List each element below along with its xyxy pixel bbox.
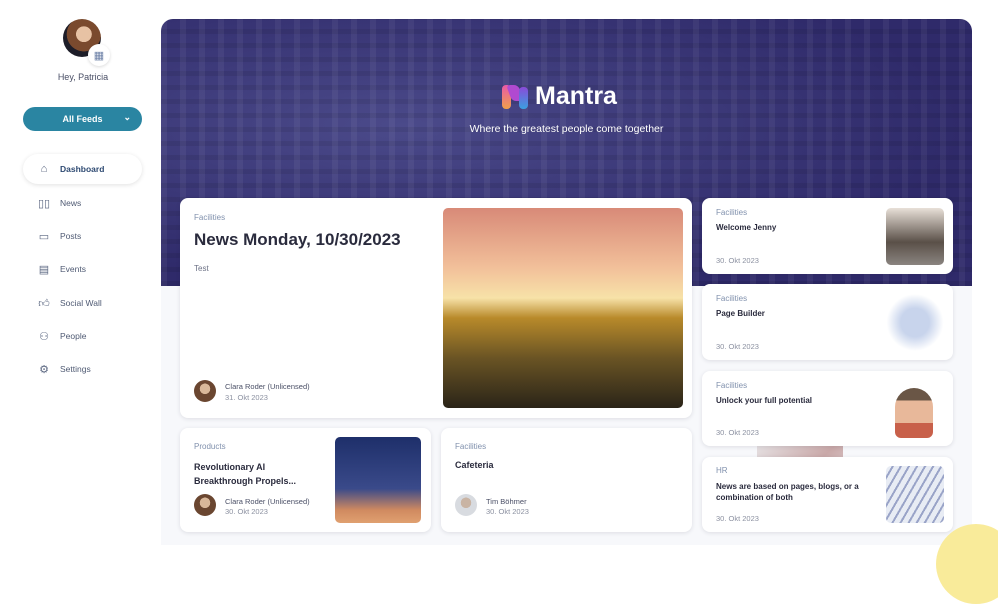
chat-icon: ▭: [38, 230, 50, 243]
tagline: Where the greatest people come together: [469, 123, 664, 135]
news-card[interactable]: Products Revolutionary AI Breakthrough P…: [180, 428, 431, 532]
author-avatar: [194, 494, 216, 516]
people-icon: ⚇: [39, 330, 49, 343]
nav-label: Social Wall: [60, 298, 102, 308]
greeting: Hey, Patricia: [57, 72, 109, 82]
card-date: 30. Okt 2023: [225, 507, 268, 516]
nav-label: People: [60, 331, 87, 341]
nav-label: Posts: [60, 231, 82, 241]
card-excerpt: Test: [194, 264, 209, 273]
card-category: Facilities: [716, 381, 748, 390]
documents-image: [886, 466, 944, 523]
brand-logo: Mantra: [501, 82, 617, 111]
home-icon: ⌂: [40, 163, 48, 175]
card-category: Facilities: [455, 442, 487, 451]
card-title[interactable]: News Monday, 10/30/2023: [194, 230, 401, 250]
card-title[interactable]: Unlock your full potential: [716, 396, 812, 405]
sidebar-item-people[interactable]: ⚇ People: [23, 321, 142, 351]
card-title[interactable]: News are based on pages, blogs, or a com…: [716, 481, 881, 503]
nav-label: Settings: [60, 364, 91, 374]
sidebar-item-news[interactable]: ▯▯ News: [23, 188, 142, 218]
author-avatar: [455, 494, 477, 516]
card-title[interactable]: Page Builder: [716, 309, 765, 318]
ai-brain-image: [335, 437, 421, 523]
sidebar-item-events[interactable]: ▤ Events: [23, 254, 142, 284]
chevron-down-icon: ⌄: [123, 112, 131, 122]
card-date: 30. Okt 2023: [486, 507, 529, 516]
all-feeds-dropdown[interactable]: All Feeds ⌄: [23, 107, 142, 131]
sidebar: ▦ Hey, Patricia All Feeds ⌄ ⌂ Dashboard ▯▯…: [0, 0, 160, 545]
sidebar-item-social-wall[interactable]: 👍︎ Social Wall: [23, 288, 142, 318]
nav-label: Dashboard: [60, 164, 105, 174]
side-news-card[interactable]: HR News are based on pages, blogs, or a …: [702, 457, 953, 532]
card-category: Products: [194, 442, 226, 451]
avatar-illustration: [895, 388, 933, 438]
book-icon: ▯▯: [37, 197, 51, 210]
side-news-card[interactable]: Facilities Unlock your full potential 30…: [702, 371, 953, 446]
card-date: 30. Okt 2023: [716, 342, 759, 351]
gear-icon: ⚙: [39, 363, 49, 376]
sunflower-image: [443, 208, 683, 408]
sidebar-item-posts[interactable]: ▭ Posts: [23, 221, 142, 251]
author-name: Tim Böhmer: [486, 497, 527, 506]
feeds-label: All Feeds: [62, 114, 103, 124]
card-category: Facilities: [716, 294, 748, 303]
news-card[interactable]: Facilities Cafeteria Tim Böhmer 30. Okt …: [441, 428, 843, 532]
card-date: 31. Okt 2023: [225, 393, 268, 402]
card-title[interactable]: Revolutionary AI Breakthrough Propels...: [194, 460, 324, 488]
main-content: Mantra Where the greatest people come to…: [161, 19, 972, 545]
nav-label: News: [60, 198, 82, 208]
card-category: Facilities: [716, 208, 748, 217]
page-builder-image: [886, 294, 944, 351]
mantra-logo-icon: [501, 83, 529, 111]
card-date: 30. Okt 2023: [716, 428, 759, 437]
author-name: Clara Roder (Unlicensed): [225, 497, 310, 506]
sidebar-item-settings[interactable]: ⚙ Settings: [23, 354, 142, 384]
card-category: Facilities: [194, 213, 226, 222]
card-date: 30. Okt 2023: [716, 514, 759, 523]
author-name: Clara Roder (Unlicensed): [225, 382, 310, 391]
thumbs-up-icon: 👍︎: [38, 297, 50, 310]
card-date: 30. Okt 2023: [716, 256, 759, 265]
card-title[interactable]: Cafeteria: [455, 460, 494, 470]
welcome-image: [886, 208, 944, 265]
side-news-card[interactable]: Facilities Welcome Jenny 30. Okt 2023: [702, 198, 953, 274]
card-title[interactable]: Welcome Jenny: [716, 223, 776, 232]
side-news-card[interactable]: Facilities Page Builder 30. Okt 2023: [702, 284, 953, 360]
card-category: HR: [716, 466, 728, 475]
sidebar-item-dashboard[interactable]: ⌂ Dashboard: [23, 154, 142, 184]
nav-label: Events: [60, 264, 86, 274]
brand-name: Mantra: [535, 82, 617, 110]
author-avatar: [194, 380, 216, 402]
calendar-icon: ▤: [38, 263, 50, 276]
featured-news-card[interactable]: Facilities News Monday, 10/30/2023 Test …: [180, 198, 692, 418]
apps-grid-icon[interactable]: ▦: [88, 44, 110, 66]
